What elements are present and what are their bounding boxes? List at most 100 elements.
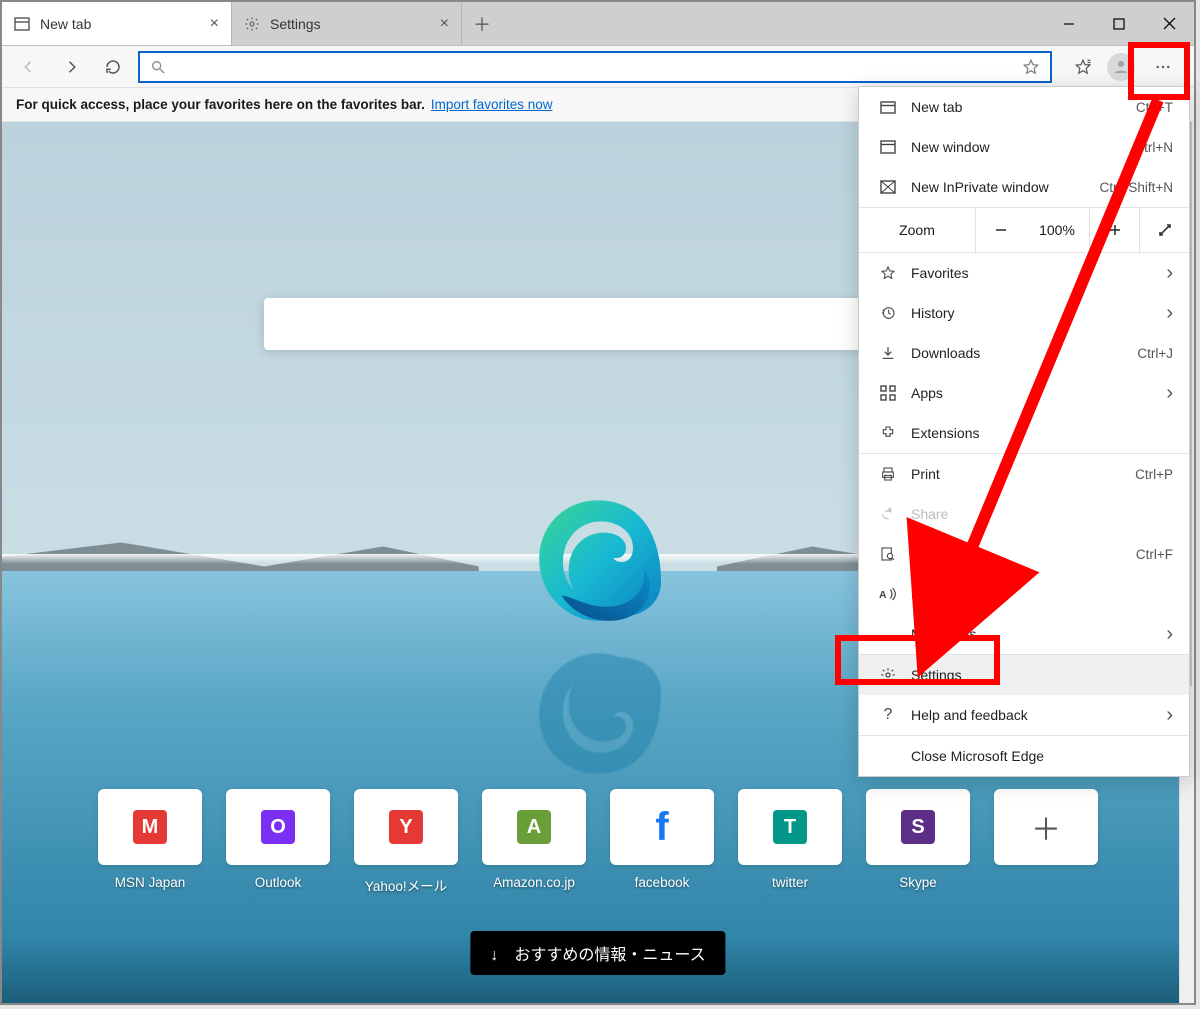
address-bar[interactable] (138, 51, 1052, 83)
edge-logo-icon (528, 492, 668, 632)
menu-new-tab[interactable]: New tab Ctrl+T (859, 87, 1189, 127)
minimize-button[interactable] (1044, 2, 1094, 45)
quick-link-tile[interactable]: Y Yahoo!メール (354, 789, 458, 895)
quick-link-tile[interactable]: Ttwitter (738, 789, 842, 895)
quick-links-row: M MSN Japan O Outlook Y Yahoo!メール A Amazon.co.j… (2, 789, 1194, 895)
menu-new-window[interactable]: New window Ctrl+N (859, 127, 1189, 167)
back-button[interactable] (12, 50, 46, 84)
tile-icon: S (866, 789, 970, 865)
read-aloud-icon: A (875, 586, 901, 602)
menu-more-tools[interactable]: More tools (859, 614, 1189, 654)
quick-link-tile[interactable]: O Outlook (226, 789, 330, 895)
tile-icon: f (610, 789, 714, 865)
window-controls (1044, 2, 1194, 45)
quick-link-tile[interactable]: f facebook (610, 789, 714, 895)
menu-history[interactable]: History (859, 293, 1189, 333)
tile-icon: T (738, 789, 842, 865)
menu-settings[interactable]: Settings (859, 655, 1189, 695)
quick-link-tile[interactable]: M MSN Japan (98, 789, 202, 895)
tile-label: Yahoo!メール (365, 875, 447, 895)
tile-label: Outlook (255, 875, 302, 890)
share-icon (875, 506, 901, 522)
menu-apps[interactable]: Apps (859, 373, 1189, 413)
menu-favorites[interactable]: Favorites (859, 253, 1189, 293)
gear-icon (875, 667, 901, 683)
tab-settings[interactable]: Settings × (232, 2, 462, 45)
menu-downloads[interactable]: Downloads Ctrl+J (859, 333, 1189, 373)
menu-print[interactable]: Print Ctrl+P (859, 454, 1189, 494)
maximize-button[interactable] (1094, 2, 1144, 45)
tile-icon: Y (354, 789, 458, 865)
menu-read-aloud[interactable]: A Read aloud (859, 574, 1189, 614)
favorite-star-icon[interactable] (1022, 58, 1040, 76)
tile-label: Amazon.co.jp (493, 875, 575, 890)
tile-label: Skype (899, 875, 937, 890)
tab-strip: New tab × Settings × ＋ (2, 2, 1194, 46)
forward-button[interactable] (54, 50, 88, 84)
refresh-button[interactable] (96, 50, 130, 84)
inprivate-icon (875, 179, 901, 195)
download-icon (875, 345, 901, 361)
find-icon (875, 546, 901, 562)
print-icon (875, 466, 901, 482)
tile-label (1044, 875, 1048, 890)
menu-help[interactable]: ? Help and feedback (859, 695, 1189, 735)
tile-icon: M (98, 789, 202, 865)
chevron-right-icon (1166, 302, 1173, 325)
quick-link-tile[interactable]: A Amazon.co.jp (482, 789, 586, 895)
gear-icon (244, 16, 260, 32)
avatar-icon (1107, 53, 1135, 81)
svg-text:A: A (879, 589, 887, 601)
tile-label: twitter (772, 875, 808, 890)
search-icon (150, 59, 166, 75)
add-quick-link-tile[interactable]: ＋ (994, 789, 1098, 895)
zoom-out-button[interactable] (975, 208, 1025, 252)
favorites-prompt-text: For quick access, place your favorites h… (16, 97, 425, 112)
tab-icon (14, 16, 30, 32)
recommended-news-button[interactable]: ↓ おすすめの情報・ニュース (470, 931, 725, 975)
profile-button[interactable] (1104, 50, 1138, 84)
zoom-in-button[interactable] (1089, 208, 1139, 252)
fullscreen-button[interactable] (1139, 208, 1189, 252)
star-icon (875, 265, 901, 281)
toolbar (2, 46, 1194, 88)
chevron-right-icon (1166, 262, 1173, 285)
favorites-button[interactable] (1066, 50, 1100, 84)
zoom-label: Zoom (859, 222, 975, 238)
chevron-right-icon (1166, 704, 1173, 727)
chevron-right-icon (1166, 623, 1173, 646)
tab-new-tab[interactable]: New tab × (2, 2, 232, 45)
import-favorites-link[interactable]: Import favorites now (431, 97, 553, 112)
extensions-icon (875, 425, 901, 441)
close-icon[interactable]: × (440, 15, 449, 33)
zoom-value: 100% (1025, 222, 1089, 238)
help-icon: ? (875, 706, 901, 724)
chevron-right-icon (1166, 382, 1173, 405)
tab-label: New tab (40, 16, 91, 32)
tile-icon: O (226, 789, 330, 865)
menu-extensions[interactable]: Extensions (859, 413, 1189, 453)
settings-dropdown-menu: New tab Ctrl+T New window Ctrl+N New InP… (858, 86, 1190, 777)
new-tab-button[interactable]: ＋ (462, 2, 502, 45)
menu-find[interactable]: Find on page Ctrl+F (859, 534, 1189, 574)
quick-link-tile[interactable]: S Skype (866, 789, 970, 895)
more-menu-button[interactable] (1142, 48, 1184, 86)
address-input[interactable] (174, 58, 1022, 75)
close-window-button[interactable] (1144, 2, 1194, 45)
menu-zoom-row: Zoom 100% (859, 207, 1189, 253)
new-tab-icon (875, 99, 901, 115)
plus-icon: ＋ (994, 789, 1098, 865)
tile-icon: A (482, 789, 586, 865)
menu-share: Share (859, 494, 1189, 534)
apps-icon (875, 385, 901, 401)
close-icon[interactable]: × (210, 15, 219, 33)
tab-label: Settings (270, 16, 321, 32)
menu-close-edge[interactable]: Close Microsoft Edge (859, 736, 1189, 776)
new-window-icon (875, 139, 901, 155)
edge-logo-reflection (528, 642, 668, 782)
menu-inprivate[interactable]: New InPrivate window Ctrl+Shift+N (859, 167, 1189, 207)
ntp-search-box[interactable] (264, 298, 932, 350)
tile-label: MSN Japan (115, 875, 186, 890)
tile-label: facebook (635, 875, 690, 890)
history-icon (875, 305, 901, 321)
